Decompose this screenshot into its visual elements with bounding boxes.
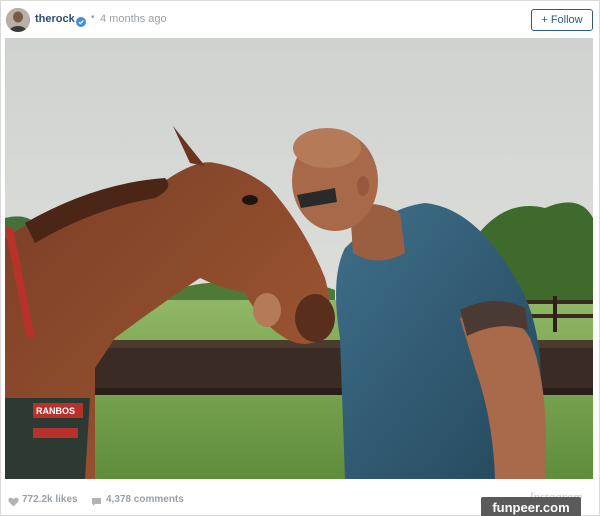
- follow-label: Follow: [550, 14, 583, 26]
- verified-badge-icon: [76, 14, 86, 27]
- heart-icon[interactable]: [8, 494, 19, 507]
- follow-button[interactable]: + Follow: [531, 9, 593, 31]
- separator-dot: •: [91, 12, 95, 23]
- blanket-text: RANBOS: [36, 406, 75, 416]
- username-link[interactable]: therock: [35, 13, 75, 25]
- avatar[interactable]: [6, 8, 30, 32]
- post-timestamp[interactable]: 4 months ago: [100, 13, 167, 25]
- likes-count[interactable]: 772.2k likes: [22, 494, 78, 505]
- post-photo[interactable]: RANBOS: [5, 38, 593, 479]
- watermark-badge: funpeer.com: [481, 497, 581, 516]
- instagram-post-card: therock • 4 months ago + Follow RANBOS 7…: [0, 0, 600, 516]
- post-header: therock • 4 months ago + Follow: [1, 1, 600, 38]
- plus-icon: +: [541, 14, 548, 26]
- comments-count[interactable]: 4,378 comments: [106, 494, 184, 505]
- speech-bubble-icon[interactable]: [91, 494, 102, 506]
